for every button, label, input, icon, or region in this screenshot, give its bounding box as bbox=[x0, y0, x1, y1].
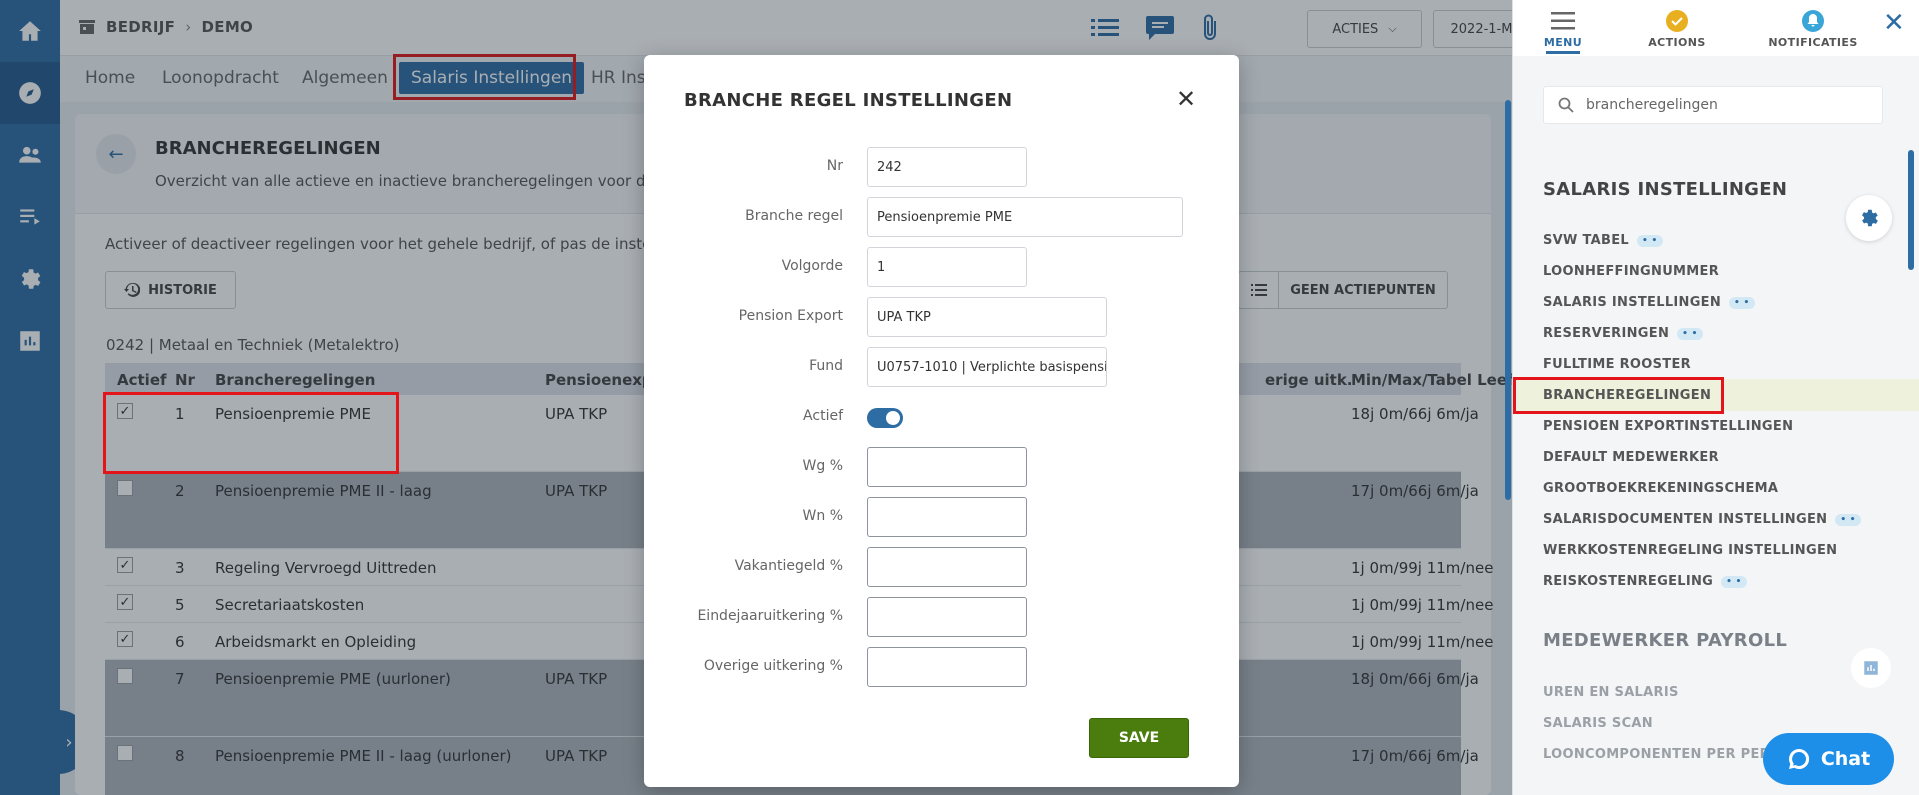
bar-chart-icon bbox=[1864, 661, 1878, 675]
tab-menu[interactable]: MENU bbox=[1513, 6, 1613, 54]
menu-item-label: RESERVERINGEN bbox=[1543, 326, 1670, 341]
highlight-menu-box bbox=[1513, 377, 1724, 414]
wg-input[interactable] bbox=[867, 447, 1027, 487]
field-fund: Fund U0757-1010 | Verplichte basispensio… bbox=[644, 347, 1239, 387]
menu-item-label: SALARISDOCUMENTEN INSTELLINGEN bbox=[1543, 512, 1828, 527]
wn-input[interactable] bbox=[867, 497, 1027, 537]
tab-actions-label: ACTIONS bbox=[1648, 36, 1706, 49]
menu-item-fulltime-rooster[interactable]: FULLTIME ROOSTER bbox=[1543, 357, 1691, 372]
tab-menu-label: MENU bbox=[1543, 36, 1583, 49]
field-regel: Branche regel Pensioenpremie PME bbox=[644, 197, 1239, 237]
branche-regel-modal: BRANCHE REGEL INSTELLINGEN ✕ Nr 242 Bran… bbox=[644, 55, 1239, 787]
tab-actions[interactable]: ACTIONS bbox=[1627, 6, 1727, 49]
menu-item-default-medewerker[interactable]: DEFAULT MEDEWERKER bbox=[1543, 450, 1719, 465]
field-wn: Wn % bbox=[644, 497, 1239, 537]
menu-item-reserveringen[interactable]: RESERVERINGEN • • bbox=[1543, 326, 1703, 341]
menu-item-reiskostenregeling[interactable]: REISKOSTENREGELING • • bbox=[1543, 574, 1747, 589]
chat-label: Chat bbox=[1820, 748, 1871, 770]
bell-icon bbox=[1802, 10, 1824, 32]
ellipsis-badge-icon: • • bbox=[1835, 513, 1861, 526]
menu-item-label: SALARIS INSTELLINGEN bbox=[1543, 295, 1722, 310]
settings-fab[interactable] bbox=[1846, 195, 1892, 241]
eindejaar-input[interactable] bbox=[867, 597, 1027, 637]
field-eindejaar: Eindejaaruitkering % bbox=[644, 597, 1239, 637]
menu-item-pensioen-exportinstellingen[interactable]: PENSIOEN EXPORTINSTELLINGEN bbox=[1543, 419, 1793, 434]
field-overige: Overige uitkering % bbox=[644, 647, 1239, 687]
hamburger-icon bbox=[1551, 12, 1575, 30]
menu-item-werkkostenregeling-instellingen[interactable]: WERKKOSTENREGELING INSTELLINGEN bbox=[1543, 543, 1837, 558]
label-wn: Wn % bbox=[802, 508, 843, 524]
section-medewerker-payroll: MEDEWERKER PAYROLL bbox=[1543, 630, 1788, 651]
menu-item-uren-en-salaris[interactable]: UREN EN SALARIS bbox=[1543, 685, 1679, 700]
pension-export-select[interactable]: UPA TKP bbox=[867, 297, 1107, 337]
field-nr: Nr 242 bbox=[644, 147, 1239, 187]
label-eindejaar: Eindejaaruitkering % bbox=[697, 608, 843, 624]
label-vakantiegeld: Vakantiegeld % bbox=[734, 558, 843, 574]
gear-icon bbox=[1862, 209, 1878, 227]
ellipsis-badge-icon: • • bbox=[1677, 327, 1703, 340]
ellipsis-badge-icon: • • bbox=[1636, 234, 1663, 247]
close-icon[interactable]: ✕ bbox=[1176, 85, 1196, 113]
menu-item-svw-tabel[interactable]: SVW TABEL • • bbox=[1543, 233, 1663, 248]
section-salaris-instellingen: SALARIS INSTELLINGEN bbox=[1543, 179, 1788, 200]
menu-item-label: GROOTBOEKREKENINGSCHEMA bbox=[1543, 481, 1779, 496]
search-icon bbox=[1558, 97, 1574, 113]
vakantiegeld-input[interactable] bbox=[867, 547, 1027, 587]
field-actief: Actief bbox=[644, 397, 1239, 437]
field-export: Pension Export UPA TKP bbox=[644, 297, 1239, 337]
menu-item-label: DEFAULT MEDEWERKER bbox=[1543, 450, 1719, 465]
actief-toggle[interactable] bbox=[867, 408, 903, 428]
branche-regel-input[interactable]: Pensioenpremie PME bbox=[867, 197, 1183, 237]
menu-item-looncomponenten[interactable]: LOONCOMPONENTEN PER PERIO bbox=[1543, 747, 1786, 762]
label-regel: Branche regel bbox=[745, 208, 843, 224]
close-icon[interactable]: ✕ bbox=[1883, 8, 1905, 38]
menu-item-salaris-instellingen[interactable]: SALARIS INSTELLINGEN • • bbox=[1543, 295, 1755, 310]
label-nr: Nr bbox=[826, 158, 843, 174]
label-wg: Wg % bbox=[802, 458, 843, 474]
menu-item-salarisdocumenten-instellingen[interactable]: SALARISDOCUMENTEN INSTELLINGEN • • bbox=[1543, 512, 1861, 527]
fund-select[interactable]: U0757-1010 | Verplichte basispensioc bbox=[867, 347, 1107, 387]
right-panel-header: MENU ACTIONS NOTIFICATIES ✕ bbox=[1513, 0, 1919, 56]
highlight-row-box bbox=[103, 392, 399, 474]
menu-item-loonheffingnummer[interactable]: LOONHEFFINGNUMMER bbox=[1543, 264, 1719, 279]
label-export: Pension Export bbox=[738, 308, 843, 324]
menu-search-input[interactable]: brancheregelingen bbox=[1543, 86, 1883, 124]
save-button[interactable]: SAVE bbox=[1089, 718, 1189, 758]
ellipsis-badge-icon: • • bbox=[1721, 575, 1747, 588]
content-scrollbar[interactable] bbox=[1505, 100, 1511, 500]
chat-button[interactable]: Chat bbox=[1763, 733, 1894, 785]
field-vakantiegeld: Vakantiegeld % bbox=[644, 547, 1239, 587]
menu-item-label: LOONHEFFINGNUMMER bbox=[1543, 264, 1720, 279]
field-volgorde: Volgorde 1 bbox=[644, 247, 1239, 287]
check-circle-icon bbox=[1666, 10, 1688, 32]
label-actief: Actief bbox=[803, 408, 843, 424]
tab-notificaties-label: NOTIFICATIES bbox=[1768, 36, 1858, 49]
search-value: brancheregelingen bbox=[1586, 97, 1718, 113]
field-wg: Wg % bbox=[644, 447, 1239, 487]
menu-scrollbar[interactable] bbox=[1908, 150, 1914, 270]
modal-title: BRANCHE REGEL INSTELLINGEN bbox=[684, 90, 1013, 111]
menu-item-label: FULLTIME ROOSTER bbox=[1543, 357, 1691, 372]
menu-item-grootboekrekeningschema[interactable]: GROOTBOEKREKENINGSCHEMA bbox=[1543, 481, 1778, 496]
menu-item-label: REISKOSTENREGELING bbox=[1543, 574, 1714, 589]
tab-notificaties[interactable]: NOTIFICATIES bbox=[1763, 6, 1863, 49]
overige-input[interactable] bbox=[867, 647, 1027, 687]
menu-item-label: SVW TABEL bbox=[1543, 233, 1629, 248]
reports-fab[interactable] bbox=[1851, 648, 1891, 688]
label-overige: Overige uitkering % bbox=[703, 658, 843, 674]
chat-icon bbox=[1788, 748, 1809, 769]
nr-input[interactable]: 242 bbox=[867, 147, 1027, 187]
label-volgorde: Volgorde bbox=[781, 258, 843, 274]
volgorde-input[interactable]: 1 bbox=[867, 247, 1027, 287]
label-fund: Fund bbox=[809, 358, 843, 374]
menu-item-label: WERKKOSTENREGELING INSTELLINGEN bbox=[1543, 543, 1838, 558]
menu-item-salaris-scan[interactable]: SALARIS SCAN bbox=[1543, 716, 1653, 731]
menu-item-label: PENSIOEN EXPORTINSTELLINGEN bbox=[1543, 419, 1794, 434]
ellipsis-badge-icon: • • bbox=[1729, 296, 1755, 309]
